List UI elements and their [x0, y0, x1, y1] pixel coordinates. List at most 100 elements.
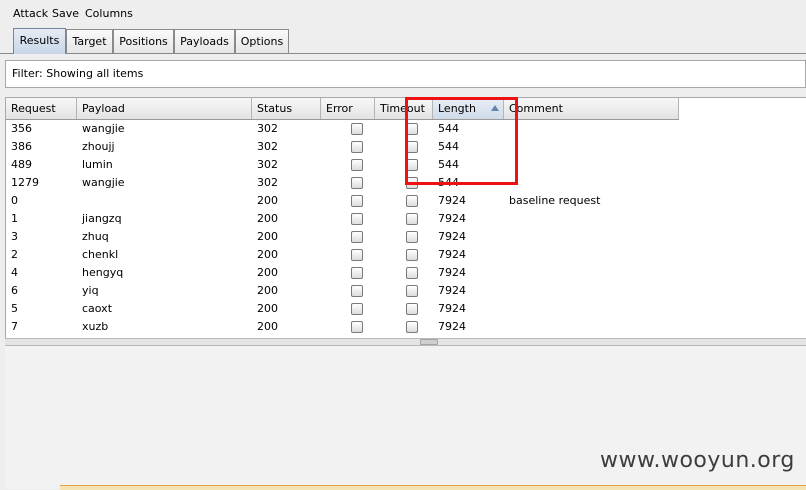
cell-payload: xuzb — [82, 320, 109, 333]
cell-error — [321, 192, 375, 210]
table-row[interactable]: 3 zhuq 200 7924 — [6, 228, 679, 246]
timeout-checkbox — [406, 321, 418, 333]
column-header-status[interactable]: Status — [252, 98, 321, 119]
error-checkbox — [351, 267, 363, 279]
table-row[interactable]: 7 xuzb 200 7924 — [6, 318, 679, 336]
menu-attack[interactable]: Attack — [13, 7, 48, 20]
table-row[interactable]: 386 zhoujj 302 544 — [6, 138, 679, 156]
cell-length: 7924 — [438, 212, 466, 225]
cell-comment — [504, 228, 679, 246]
cell-payload: caoxt — [82, 302, 113, 315]
menu-save[interactable]: Save — [52, 7, 79, 20]
cell-comment — [504, 120, 679, 138]
cell-payload: hengyq — [82, 266, 124, 279]
tab-target[interactable]: Target — [66, 29, 113, 53]
column-header-length[interactable]: Length — [433, 98, 504, 119]
cell-length: 544 — [438, 140, 459, 153]
timeout-checkbox — [406, 249, 418, 261]
cell-error — [321, 264, 375, 282]
cell-request: 0 — [11, 194, 18, 207]
table-row[interactable]: 489 lumin 302 544 — [6, 156, 679, 174]
cell-error — [321, 156, 375, 174]
cell-payload: chenkl — [82, 248, 119, 261]
table-row[interactable]: 1279 wangjie 302 544 — [6, 174, 679, 192]
cell-payload: wangjie — [82, 176, 125, 189]
timeout-checkbox — [406, 177, 418, 189]
cell-status: 302 — [257, 140, 278, 153]
cell-status: 200 — [257, 320, 278, 333]
column-header-length-label: Length — [438, 102, 476, 115]
cell-request: 489 — [11, 158, 32, 171]
cell-comment — [504, 156, 679, 174]
cell-timeout — [375, 318, 433, 336]
cell-length: 7924 — [438, 266, 466, 279]
table-row[interactable]: 1 jiangzq 200 7924 — [6, 210, 679, 228]
cell-request: 2 — [11, 248, 18, 261]
cell-timeout — [375, 192, 433, 210]
cell-status: 200 — [257, 212, 278, 225]
column-header-error[interactable]: Error — [321, 98, 375, 119]
error-checkbox — [351, 213, 363, 225]
menu-columns[interactable]: Columns — [85, 7, 133, 20]
tab-payloads[interactable]: Payloads — [174, 29, 235, 53]
cell-length: 7924 — [438, 284, 466, 297]
cell-error — [321, 138, 375, 156]
timeout-checkbox — [406, 303, 418, 315]
timeout-checkbox — [406, 195, 418, 207]
tab-options[interactable]: Options — [235, 29, 289, 53]
cell-length: 544 — [438, 122, 459, 135]
error-checkbox — [351, 159, 363, 171]
bottom-strip — [60, 485, 806, 490]
error-checkbox — [351, 195, 363, 207]
tab-results[interactable]: Results — [13, 28, 66, 54]
cell-comment — [504, 264, 679, 282]
cell-timeout — [375, 282, 433, 300]
timeout-checkbox — [406, 141, 418, 153]
cell-payload: yiq — [82, 284, 99, 297]
table-row[interactable]: 5 caoxt 200 7924 — [6, 300, 679, 318]
cell-payload: jiangzq — [82, 212, 122, 225]
cell-length: 7924 — [438, 248, 466, 261]
error-checkbox — [351, 321, 363, 333]
cell-length: 7924 — [438, 320, 466, 333]
table-row[interactable]: 356 wangjie 302 544 — [6, 120, 679, 138]
timeout-checkbox — [406, 159, 418, 171]
cell-request: 386 — [11, 140, 32, 153]
cell-timeout — [375, 210, 433, 228]
column-header-timeout[interactable]: Timeout — [375, 98, 433, 119]
error-checkbox — [351, 285, 363, 297]
cell-error — [321, 210, 375, 228]
column-header-comment[interactable]: Comment — [504, 98, 679, 119]
cell-request: 5 — [11, 302, 18, 315]
table-row[interactable]: 0 200 7924 baseline request — [6, 192, 679, 210]
column-header-payload[interactable]: Payload — [77, 98, 252, 119]
cell-error — [321, 318, 375, 336]
filter-bar[interactable]: Filter: Showing all items — [5, 60, 806, 88]
cell-timeout — [375, 246, 433, 264]
table-row[interactable]: 4 hengyq 200 7924 — [6, 264, 679, 282]
cell-comment — [504, 174, 679, 192]
cell-error — [321, 246, 375, 264]
cell-comment — [504, 282, 679, 300]
tab-positions[interactable]: Positions — [113, 29, 174, 53]
cell-error — [321, 282, 375, 300]
error-checkbox — [351, 177, 363, 189]
timeout-checkbox — [406, 123, 418, 135]
table-row[interactable]: 2 chenkl 200 7924 — [6, 246, 679, 264]
column-header-request[interactable]: Request — [6, 98, 77, 119]
cell-comment — [504, 210, 679, 228]
cell-length: 7924 — [438, 194, 466, 207]
menu-bar: Attack Save Columns — [0, 0, 806, 26]
table-row[interactable]: 6 yiq 200 7924 — [6, 282, 679, 300]
table-header: Request Payload Status Error Timeout Len… — [6, 98, 679, 120]
pane-splitter[interactable] — [5, 338, 806, 346]
cell-comment: baseline request — [509, 194, 601, 207]
cell-payload: wangjie — [82, 122, 125, 135]
cell-error — [321, 300, 375, 318]
cell-timeout — [375, 156, 433, 174]
cell-length: 544 — [438, 158, 459, 171]
splitter-grip-icon[interactable] — [420, 339, 438, 345]
cell-payload — [77, 192, 252, 210]
cell-status: 302 — [257, 158, 278, 171]
cell-status: 200 — [257, 230, 278, 243]
